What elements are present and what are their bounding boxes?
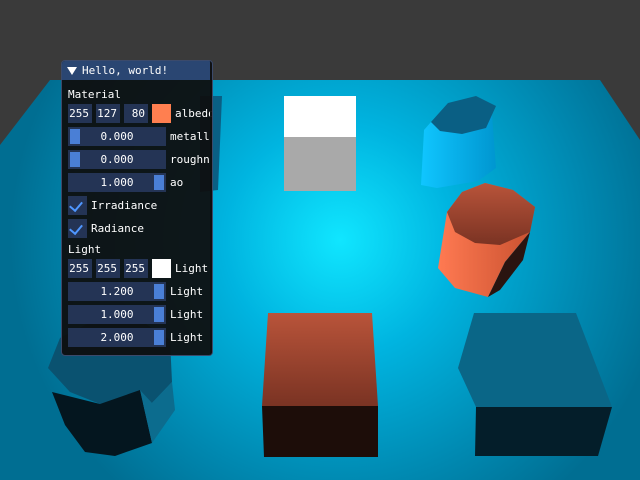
roughness-label: roughn (170, 153, 210, 166)
light-color-label: Light (175, 262, 209, 275)
orange-cube (262, 313, 378, 457)
roughness-value: 0.000 (100, 153, 134, 166)
light-slider-row-3: 2.000 Light (68, 328, 203, 347)
roughness-slider[interactable]: 0.000 (68, 150, 166, 169)
light-slider-1-label: Light (170, 285, 204, 298)
metallic-row: 0.000 metall (68, 127, 210, 146)
light-color-swatch[interactable] (152, 259, 171, 278)
light-slider-1[interactable]: 1.200 (68, 282, 166, 301)
ao-label: ao (170, 176, 184, 189)
radiance-row[interactable]: Radiance (68, 219, 144, 238)
light-color-row: 255 255 255 Light (68, 259, 208, 278)
light-slider-row-1: 1.200 Light (68, 282, 203, 301)
radiance-checkbox[interactable] (68, 219, 87, 238)
settings-window[interactable]: Hello, world! Material 255 127 80 albedo… (61, 60, 213, 356)
light-slider-3[interactable]: 2.000 (68, 328, 166, 347)
ao-value: 1.000 (100, 176, 134, 189)
albedo-b-input[interactable]: 80 (124, 104, 148, 123)
window-title: Hello, world! (82, 64, 169, 77)
albedo-g-input[interactable]: 127 (96, 104, 120, 123)
light-slider-1-value: 1.200 (100, 285, 134, 298)
metallic-slider[interactable]: 0.000 (68, 127, 166, 146)
irradiance-checkbox[interactable] (68, 196, 87, 215)
metallic-label: metall (170, 130, 210, 143)
window-titlebar[interactable]: Hello, world! (62, 61, 212, 80)
irradiance-row[interactable]: Irradiance (68, 196, 157, 215)
light-r-input[interactable]: 255 (68, 259, 92, 278)
material-header: Material (68, 88, 121, 101)
roughness-row: 0.000 roughn (68, 150, 210, 169)
irradiance-label: Irradiance (91, 199, 158, 212)
albedo-color-swatch[interactable] (152, 104, 171, 123)
radiance-label: Radiance (91, 222, 144, 235)
light-g-input[interactable]: 255 (96, 259, 120, 278)
white-cube (284, 96, 356, 191)
light-slider-3-label: Light (170, 331, 204, 344)
albedo-row: 255 127 80 albedo (68, 104, 213, 123)
light-slider-2-value: 1.000 (100, 308, 134, 321)
albedo-label: albedo (175, 107, 213, 120)
ao-slider[interactable]: 1.000 (68, 173, 166, 192)
light-slider-row-2: 1.000 Light (68, 305, 203, 324)
albedo-r-input[interactable]: 255 (68, 104, 92, 123)
ao-row: 1.000 ao (68, 173, 183, 192)
metallic-value: 0.000 (100, 130, 134, 143)
light-header: Light (68, 243, 102, 256)
light-slider-2-label: Light (170, 308, 204, 321)
window-edge (210, 61, 212, 355)
light-slider-2[interactable]: 1.000 (68, 305, 166, 324)
light-b-input[interactable]: 255 (124, 259, 148, 278)
light-slider-3-value: 2.000 (100, 331, 134, 344)
collapse-triangle-icon[interactable] (67, 66, 77, 76)
